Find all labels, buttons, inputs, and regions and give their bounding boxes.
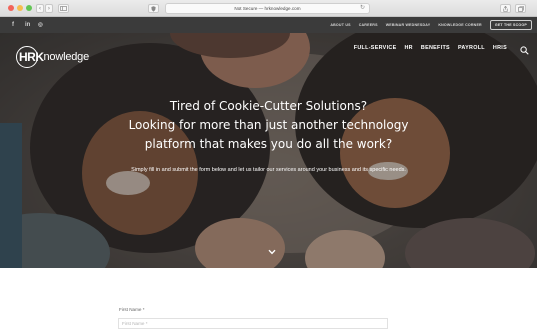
hero-headline: Tired of Cookie-Cutter Solutions? Lookin… xyxy=(0,97,537,154)
hero-section: HRK nowledge FULL-SERVICE HR BENEFITS PA… xyxy=(0,33,537,268)
facebook-icon[interactable]: f xyxy=(12,20,14,30)
toplink-about-us[interactable]: ABOUT US xyxy=(330,23,350,27)
shield-icon xyxy=(151,6,156,12)
tabs-icon xyxy=(517,6,524,12)
headline-line: Tired of Cookie-Cutter Solutions? xyxy=(169,99,368,113)
site-logo[interactable]: HRK nowledge xyxy=(16,46,89,68)
get-the-scoop-button[interactable]: GET THE SCOOP xyxy=(489,20,532,30)
browser-toolbar: ‹ › Not Secure — hrknowledge.com ↻ xyxy=(0,0,537,17)
nav-full-service[interactable]: FULL-SERVICE xyxy=(354,45,397,51)
privacy-report-button[interactable] xyxy=(148,4,159,13)
nav-hr[interactable]: HR xyxy=(404,45,412,51)
hero-subline: Simply fill in and submit the form below… xyxy=(131,167,406,173)
share-icon xyxy=(503,5,508,12)
logo-rest-text: nowledge xyxy=(43,51,90,63)
nav-benefits[interactable]: BENEFITS xyxy=(421,45,450,51)
minimize-window-button[interactable] xyxy=(17,5,23,11)
headline-line: Looking for more than just another techn… xyxy=(128,118,409,132)
close-window-button[interactable] xyxy=(8,5,14,11)
search-icon[interactable] xyxy=(520,46,529,55)
main-navigation: FULL-SERVICE HR BENEFITS PAYROLL HRIS xyxy=(354,45,507,51)
browser-window: ‹ › Not Secure — hrknowledge.com ↻ f in … xyxy=(0,0,537,330)
first-name-label: First Name * xyxy=(119,307,145,312)
headline-line: platform that makes you do all the work? xyxy=(144,137,393,151)
back-button[interactable]: ‹ xyxy=(36,4,44,13)
contact-form-section: First Name * xyxy=(0,268,537,330)
nav-payroll[interactable]: PAYROLL xyxy=(458,45,485,51)
chevron-down-icon[interactable] xyxy=(268,249,276,255)
linkedin-icon[interactable]: in xyxy=(25,20,30,30)
utility-bar: f in ◎ ABOUT US CAREERS WEBINAR WEDNESDA… xyxy=(0,17,537,33)
instagram-icon[interactable]: ◎ xyxy=(38,20,43,30)
sidebar-toggle-button[interactable] xyxy=(58,4,69,13)
utility-links: ABOUT US CAREERS WEBINAR WEDNESDAY KNOWL… xyxy=(330,20,532,30)
sidebar-icon xyxy=(60,6,67,11)
toplink-webinar-wednesday[interactable]: WEBINAR WEDNESDAY xyxy=(386,23,431,27)
reload-icon[interactable]: ↻ xyxy=(360,4,365,13)
first-name-input[interactable] xyxy=(118,318,388,329)
address-text: Not Secure — hrknowledge.com xyxy=(234,6,301,11)
share-button[interactable] xyxy=(500,4,511,13)
nav-hris[interactable]: HRIS xyxy=(493,45,507,51)
tabs-overview-button[interactable] xyxy=(515,4,526,13)
address-bar[interactable]: Not Secure — hrknowledge.com ↻ xyxy=(165,3,370,14)
toplink-careers[interactable]: CAREERS xyxy=(359,23,378,27)
logo-hrk-text: HRK xyxy=(19,50,44,64)
zoom-window-button[interactable] xyxy=(26,5,32,11)
forward-button[interactable]: › xyxy=(45,4,53,13)
toplink-knowledge-corner[interactable]: KNOWLEDGE CORNER xyxy=(438,23,482,27)
